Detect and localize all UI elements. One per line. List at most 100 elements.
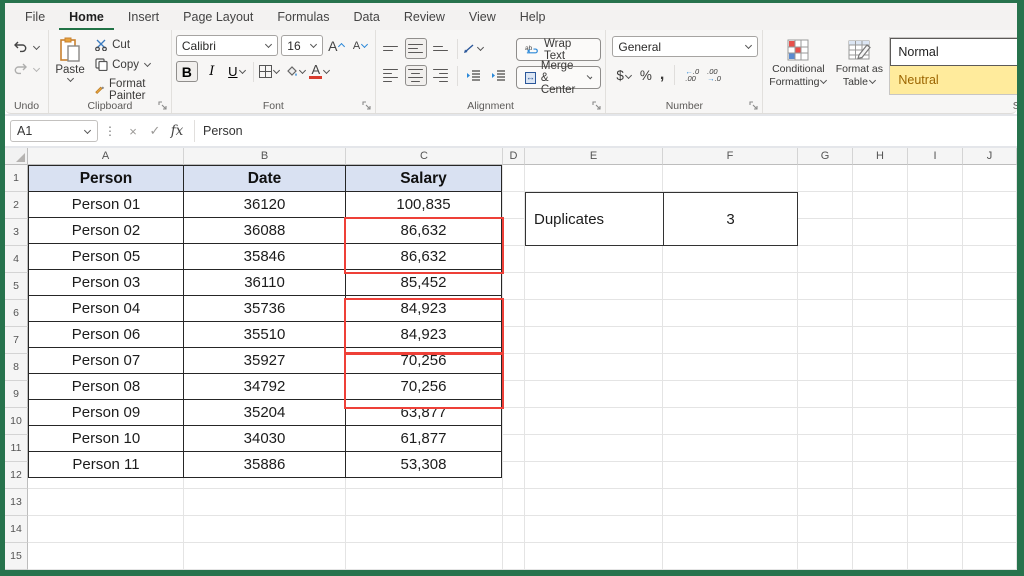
cell[interactable]: 35736 (184, 296, 346, 322)
cell[interactable]: 53,308 (346, 452, 502, 478)
wrap-text-button[interactable]: ab Wrap Text (516, 38, 602, 61)
cell[interactable]: Person 07 (29, 348, 184, 374)
cell[interactable]: 34792 (184, 374, 346, 400)
align-center-button[interactable] (405, 65, 427, 86)
cell[interactable]: 85,452 (346, 270, 502, 296)
row-header-4[interactable]: 4 (5, 246, 28, 273)
format-as-table-button[interactable]: Format as Table (831, 35, 887, 97)
cell[interactable]: 86,632 (346, 244, 502, 270)
column-header-A[interactable]: A (28, 148, 184, 165)
cell[interactable]: 63,877 (346, 400, 502, 426)
cancel-icon[interactable]: × (122, 124, 144, 139)
cell[interactable]: 36110 (184, 270, 346, 296)
decrease-decimal-button[interactable]: .00→.0 (707, 68, 721, 82)
row-header-7[interactable]: 7 (5, 327, 28, 354)
duplicates-count[interactable]: 3 (664, 193, 797, 245)
cell[interactable]: 61,877 (346, 426, 502, 452)
row-header-8[interactable]: 8 (5, 354, 28, 381)
cell-style-normal[interactable]: Normal (890, 38, 1024, 66)
cell[interactable]: 70,256 (346, 374, 502, 400)
row-header-12[interactable]: 12 (5, 462, 28, 489)
alignment-dialog-launcher-icon[interactable] (592, 101, 602, 111)
cell[interactable]: Person 11 (29, 452, 184, 478)
table-header-date[interactable]: Date (184, 166, 346, 192)
cell[interactable]: 36120 (184, 192, 346, 218)
cell[interactable]: Person 06 (29, 322, 184, 348)
cell[interactable]: 35886 (184, 452, 346, 478)
cell[interactable]: Person 05 (29, 244, 184, 270)
row-header-15[interactable]: 15 (5, 543, 28, 570)
cell[interactable]: 35846 (184, 244, 346, 270)
cell[interactable]: Person 03 (29, 270, 184, 296)
table-header-person[interactable]: Person (29, 166, 184, 192)
column-header-H[interactable]: H (853, 148, 908, 165)
cell[interactable]: Person 01 (29, 192, 184, 218)
cell[interactable]: Person 10 (29, 426, 184, 452)
select-all-corner[interactable] (5, 148, 28, 165)
column-header-J[interactable]: J (963, 148, 1017, 165)
column-header-D[interactable]: D (503, 148, 525, 165)
orientation-button[interactable] (463, 38, 485, 59)
name-box[interactable]: A1 (10, 120, 98, 142)
row-header-14[interactable]: 14 (5, 516, 28, 543)
tab-help[interactable]: Help (510, 3, 556, 30)
tab-file[interactable]: File (15, 3, 55, 30)
enter-icon[interactable]: ✓ (144, 123, 166, 139)
formula-bar-dots-icon[interactable]: ⋮ (104, 124, 116, 138)
cell[interactable]: 36088 (184, 218, 346, 244)
font-dialog-launcher-icon[interactable] (362, 101, 372, 111)
tab-view[interactable]: View (459, 3, 506, 30)
number-format-select[interactable]: General (612, 36, 758, 57)
duplicates-label[interactable]: Duplicates (526, 193, 664, 245)
paste-button[interactable]: Paste (53, 35, 87, 97)
decrease-font-button[interactable]: A (350, 35, 371, 56)
font-size-select[interactable]: 16 (281, 35, 323, 56)
row-header-6[interactable]: 6 (5, 300, 28, 327)
undo-button[interactable] (9, 39, 44, 55)
row-header-5[interactable]: 5 (5, 273, 28, 300)
row-header-1[interactable]: 1 (5, 165, 28, 192)
row-header-10[interactable]: 10 (5, 408, 28, 435)
number-dialog-launcher-icon[interactable] (749, 101, 759, 111)
cell[interactable]: 35204 (184, 400, 346, 426)
column-header-B[interactable]: B (184, 148, 346, 165)
increase-indent-button[interactable] (488, 65, 510, 86)
formula-bar-value[interactable]: Person (203, 124, 243, 138)
fill-color-button[interactable] (284, 61, 306, 82)
row-header-13[interactable]: 13 (5, 489, 28, 516)
row-header-9[interactable]: 9 (5, 381, 28, 408)
cell[interactable]: 100,835 (346, 192, 502, 218)
tab-insert[interactable]: Insert (118, 3, 169, 30)
underline-button[interactable]: U (226, 61, 248, 82)
row-header-2[interactable]: 2 (5, 192, 28, 219)
cell[interactable]: 34030 (184, 426, 346, 452)
cell[interactable]: Person 08 (29, 374, 184, 400)
align-middle-button[interactable] (405, 38, 427, 59)
tab-formulas[interactable]: Formulas (267, 3, 339, 30)
conditional-formatting-button[interactable]: Conditional Formatting (767, 35, 829, 97)
tab-data[interactable]: Data (343, 3, 389, 30)
cell[interactable]: 35927 (184, 348, 346, 374)
cell[interactable]: Person 09 (29, 400, 184, 426)
align-top-button[interactable] (380, 38, 402, 59)
column-header-E[interactable]: E (525, 148, 663, 165)
comma-style-button[interactable]: , (660, 66, 664, 84)
borders-button[interactable] (259, 61, 281, 82)
column-header-C[interactable]: C (346, 148, 503, 165)
decrease-indent-button[interactable] (463, 65, 485, 86)
cut-button[interactable]: Cut (91, 37, 167, 53)
align-right-button[interactable] (430, 65, 452, 86)
table-header-salary[interactable]: Salary (346, 166, 502, 192)
tab-review[interactable]: Review (394, 3, 455, 30)
increase-decimal-button[interactable]: ←.0.00 (685, 68, 699, 82)
column-header-I[interactable]: I (908, 148, 963, 165)
cell[interactable]: 35510 (184, 322, 346, 348)
clipboard-dialog-launcher-icon[interactable] (158, 101, 168, 111)
merge-center-button[interactable]: ↔ Merge & Center (516, 66, 602, 89)
redo-button[interactable] (9, 61, 44, 77)
percent-button[interactable]: % (640, 68, 652, 83)
column-header-F[interactable]: F (663, 148, 798, 165)
cell[interactable]: 84,923 (346, 296, 502, 322)
column-header-G[interactable]: G (798, 148, 853, 165)
tab-page-layout[interactable]: Page Layout (173, 3, 263, 30)
